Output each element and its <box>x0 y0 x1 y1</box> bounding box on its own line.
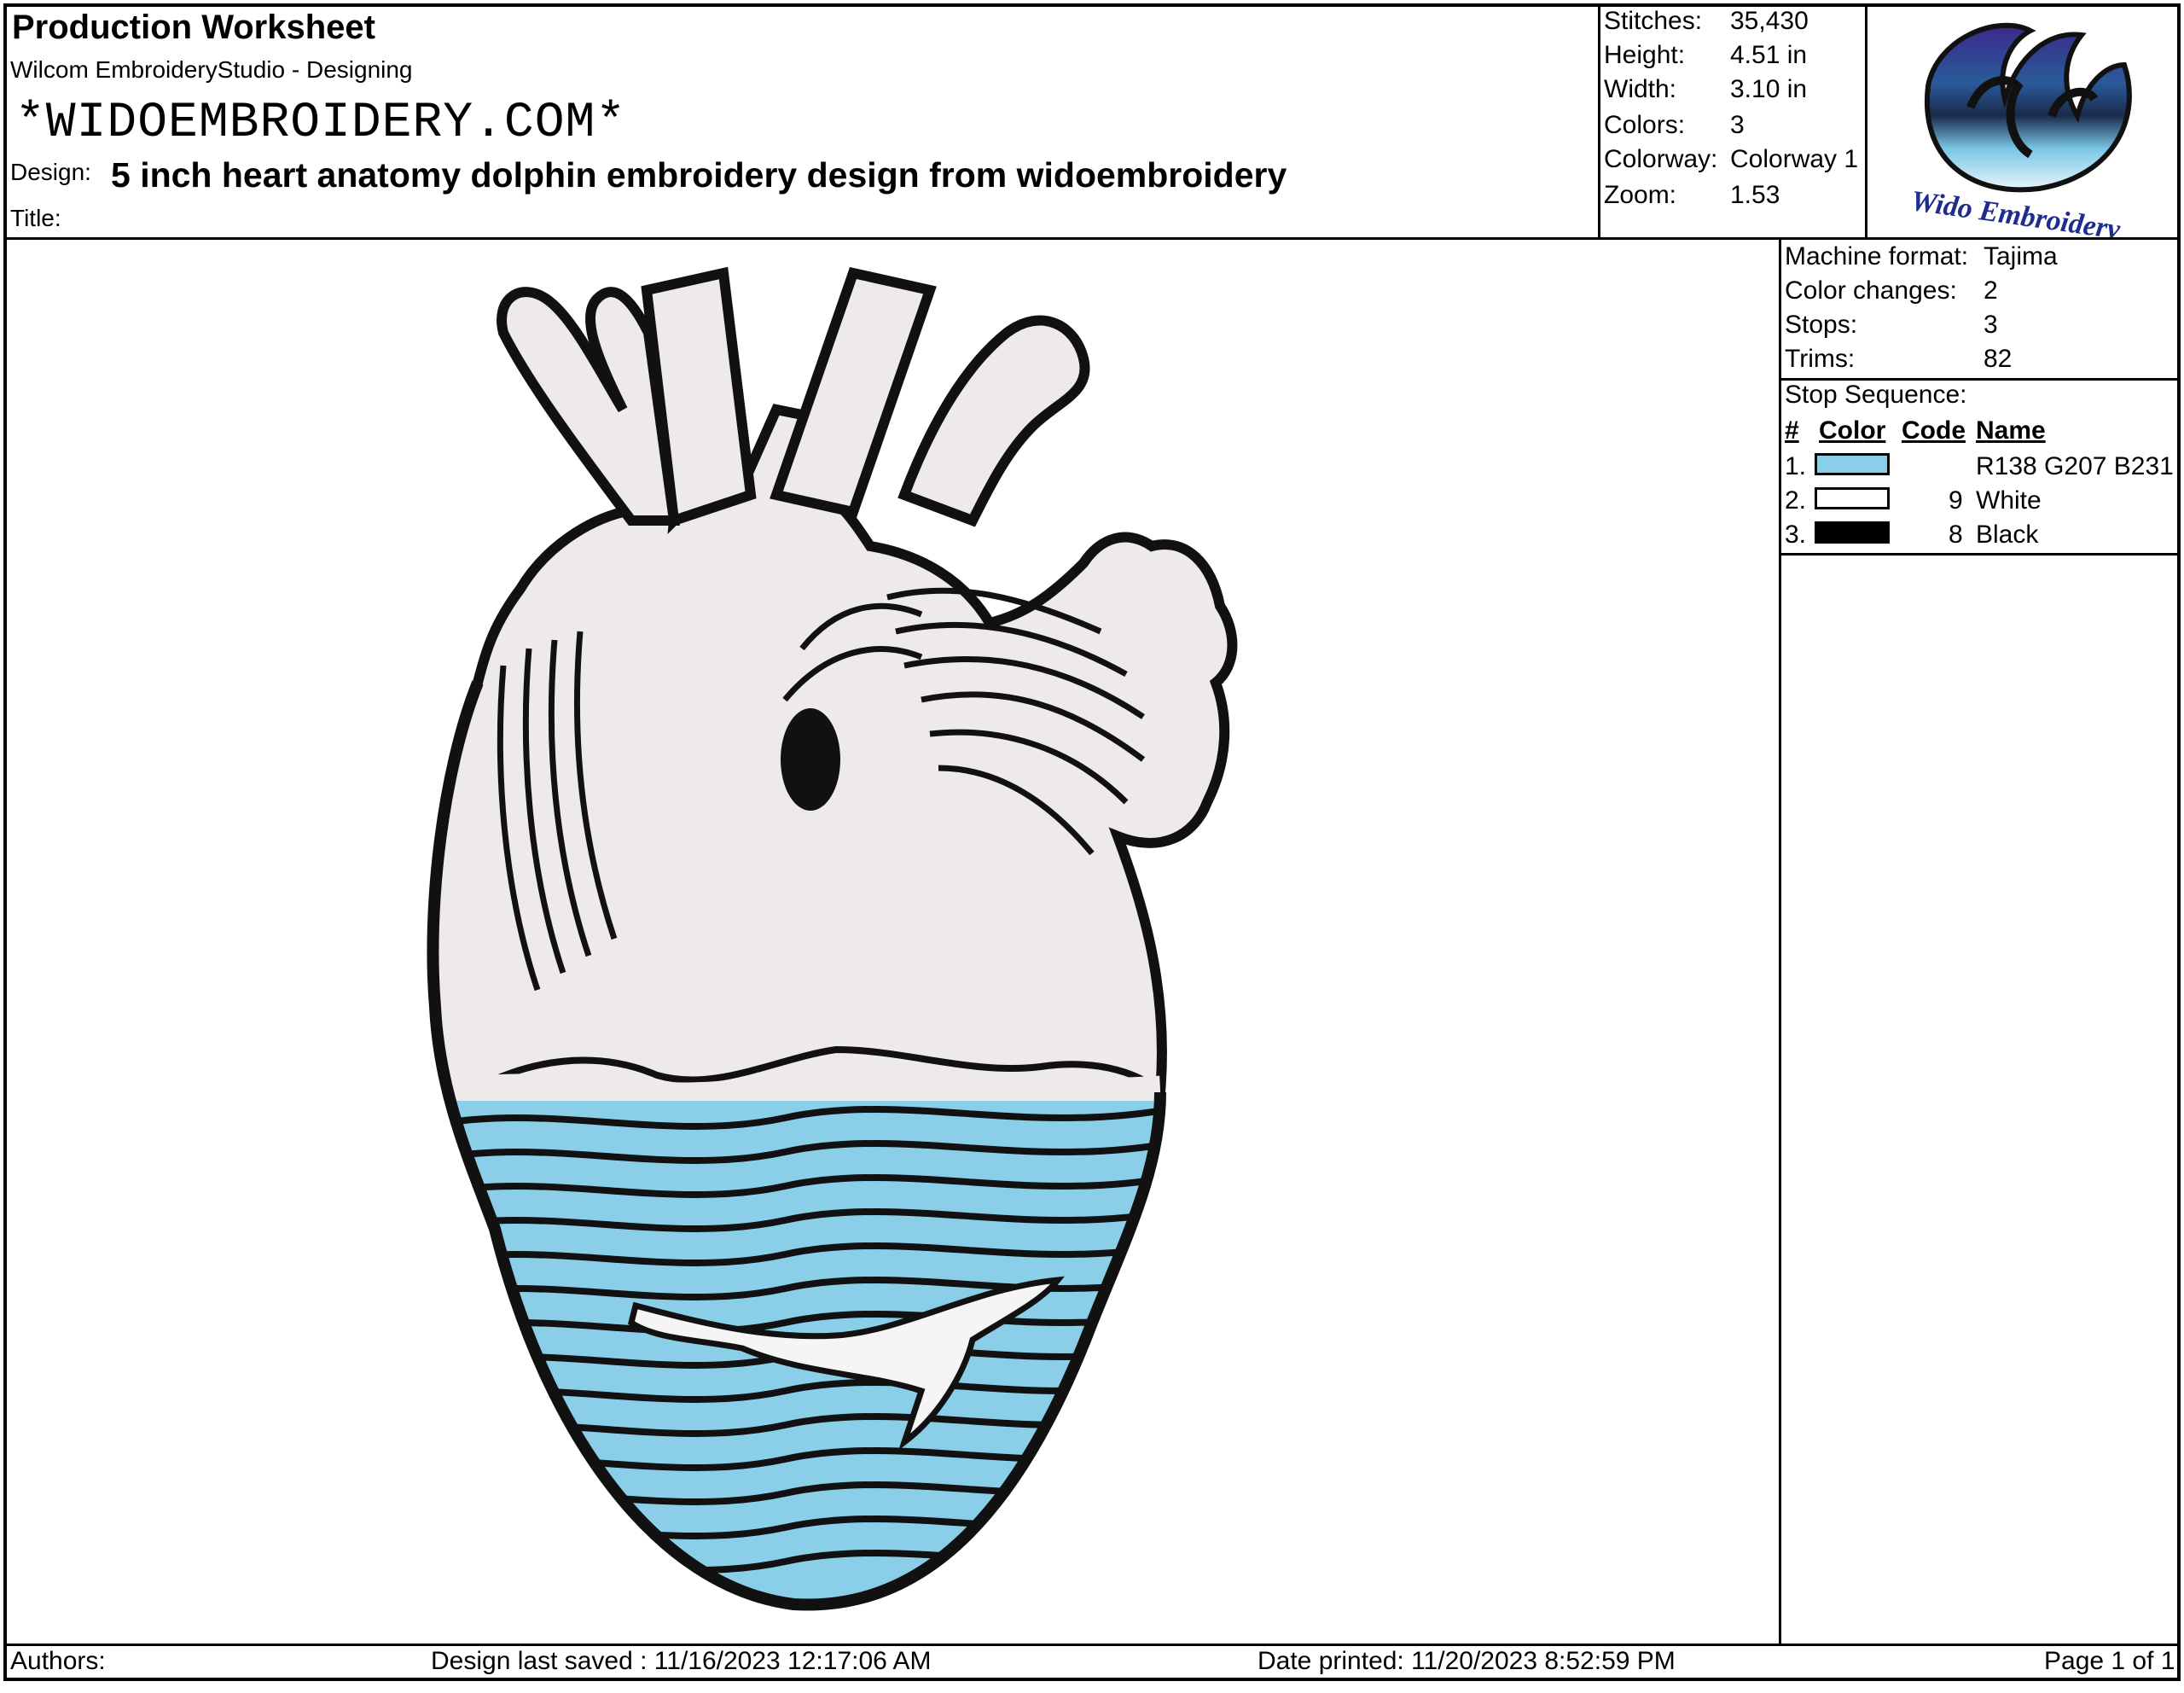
stat-value: 35,430 <box>1730 7 1809 35</box>
stat-label: Width: <box>1604 75 1677 103</box>
row-name: Black <box>1976 521 2039 549</box>
stop-sequence-title: Stop Sequence: <box>1785 381 1967 409</box>
row-num: 2. <box>1785 486 1807 515</box>
col-code-header: Code <box>1902 416 1966 445</box>
stat-label: Colorway: <box>1604 145 1718 173</box>
footer-divider <box>3 1644 2181 1646</box>
page-title: Production Worksheet <box>12 9 375 46</box>
machine-label: Trims: <box>1785 345 1856 373</box>
stat-value: 1.53 <box>1730 181 1780 209</box>
machine-value: 3 <box>1984 311 1998 339</box>
stat-value: Colorway 1 <box>1730 145 1859 173</box>
row-num: 3. <box>1785 521 1807 549</box>
wido-logo: Wido Embroidery <box>1868 5 2179 246</box>
last-saved: Design last saved : 11/16/2023 12:17:06 … <box>431 1647 932 1675</box>
machine-value: 82 <box>1984 345 2013 373</box>
machine-label: Machine format: <box>1785 242 1969 271</box>
watermark-text: *WIDOEMBROIDERY.COM* <box>15 96 627 151</box>
design-label: Design: <box>10 159 91 185</box>
logo-text: Wido Embroidery <box>1909 185 2123 237</box>
row-code: 8 <box>1949 521 1963 549</box>
col-color-header: Color <box>1819 416 1886 445</box>
color-swatch <box>1815 521 1890 544</box>
stat-label: Zoom: <box>1604 181 1677 209</box>
row-code: 9 <box>1949 486 1963 515</box>
color-swatch <box>1815 487 1890 509</box>
machine-value: Tajima <box>1984 242 2058 271</box>
design-name: 5 inch heart anatomy dolphin embroidery … <box>111 155 1287 195</box>
page-number: Page 1 of 1 <box>2044 1647 2175 1675</box>
stat-label: Colors: <box>1604 111 1686 139</box>
stat-value: 3 <box>1730 111 1745 139</box>
logo-divider <box>1865 3 1867 239</box>
sidebar-divider <box>1779 237 1781 1645</box>
title-label: Title: <box>10 205 61 231</box>
col-num-header: # <box>1785 416 1799 445</box>
stat-value: 3.10 in <box>1730 75 1808 103</box>
row-name: White <box>1976 486 2042 515</box>
machine-value: 2 <box>1984 276 1998 305</box>
machine-label: Color changes: <box>1785 276 1957 305</box>
col-name-header: Name <box>1976 416 2046 445</box>
software-name: Wilcom EmbroideryStudio - Designing <box>10 56 413 83</box>
stat-label: Height: <box>1604 41 1686 69</box>
sequence-divider <box>1779 553 2181 556</box>
color-swatch <box>1815 453 1890 475</box>
stat-value: 4.51 in <box>1730 41 1808 69</box>
row-name: R138 G207 B231 <box>1976 452 2174 480</box>
authors-label: Authors: <box>10 1647 106 1675</box>
stats-divider <box>1598 3 1600 239</box>
design-preview <box>375 239 1399 1638</box>
stat-label: Stitches: <box>1604 7 1703 35</box>
machine-label: Stops: <box>1785 311 1858 339</box>
row-num: 1. <box>1785 452 1807 480</box>
date-printed: Date printed: 11/20/2023 8:52:59 PM <box>1258 1647 1676 1675</box>
